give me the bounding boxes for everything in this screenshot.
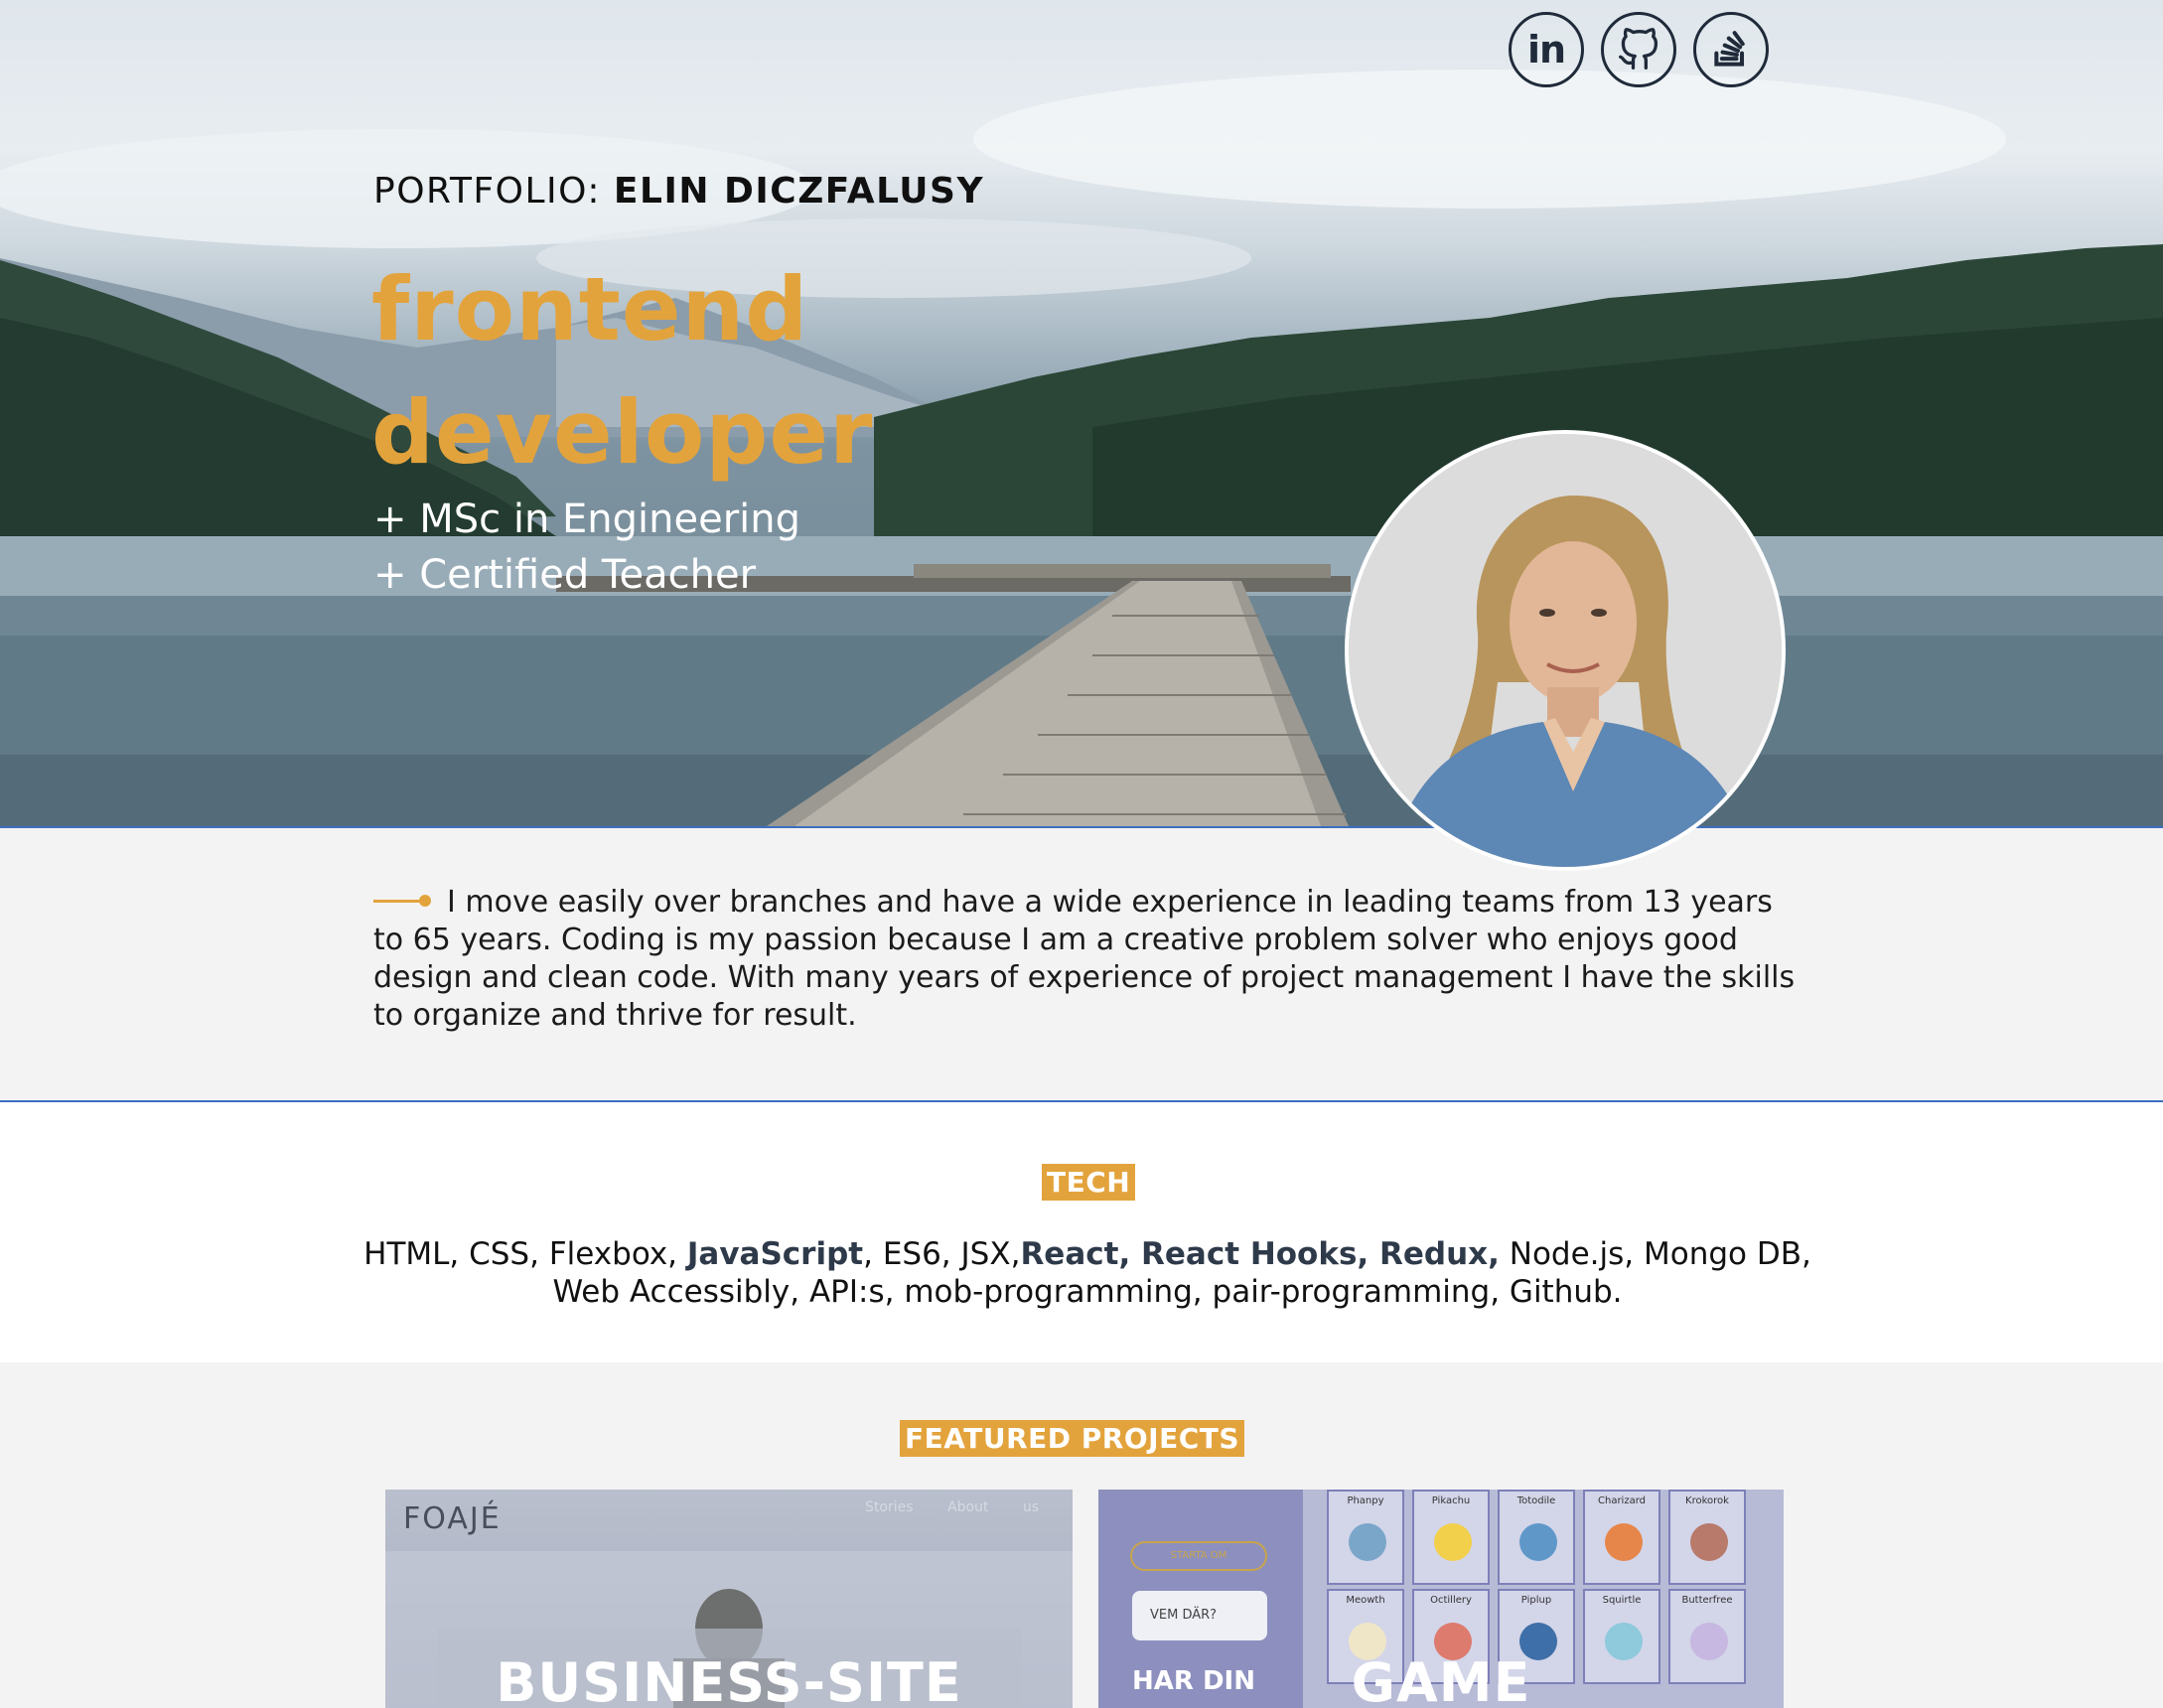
lake-background-image [0, 70, 2163, 826]
tech-heading: TECH [1042, 1164, 1136, 1201]
pokemon-name: Pikachu [1431, 1495, 1471, 1506]
pokemon-name: Octillery [1430, 1595, 1472, 1606]
projects-heading: FEATURED PROJECTS [900, 1420, 1245, 1457]
portfolio-name: ELIN DICZFALUSY [613, 171, 985, 212]
tech-highlight-react: React, React Hooks, Redux, [1020, 1236, 1500, 1272]
pokemon-name: Butterfree [1681, 1595, 1733, 1606]
about-text: I move easily over branches and have a w… [373, 885, 1796, 1033]
hero-section: in PORTFOLIO: ELIN DICZFALUSY frontend d… [0, 0, 2163, 828]
hero-sub-line2: + Certified Teacher [373, 552, 757, 598]
pokemon-name: Phanpy [1347, 1495, 1384, 1506]
project-label-business-site: BUSINESS-SITE [496, 1651, 962, 1708]
about-paragraph: I move easily over branches and have a w… [373, 884, 1803, 1035]
pokemon-name: Meowth [1346, 1595, 1385, 1606]
linkedin-icon: in [1526, 28, 1566, 71]
pokemon-image [1519, 1523, 1557, 1561]
pokemon-card: Pikachu [1412, 1490, 1490, 1585]
stackoverflow-link[interactable] [1693, 12, 1769, 87]
github-link[interactable] [1601, 12, 1676, 87]
hero-title-line1: frontend [371, 258, 809, 360]
about-section: I move easily over branches and have a w… [0, 828, 2163, 1102]
social-links: in [1509, 12, 1769, 87]
pokemon-image [1605, 1523, 1643, 1561]
project-label-game: GAME [1351, 1651, 1531, 1708]
tech-text-1: HTML, CSS, Flexbox, [363, 1236, 687, 1272]
pokemon-card: Totodile [1498, 1490, 1575, 1585]
game-speech-bubble: VEM DÄR? [1132, 1591, 1267, 1640]
pokemon-card: Krokorok [1668, 1490, 1746, 1585]
tech-highlight-javascript: JavaScript [686, 1236, 864, 1272]
tech-text-2: , ES6, JSX, [863, 1236, 1021, 1272]
game-start-button: STARTA OM [1130, 1541, 1267, 1571]
profile-photo-image [1349, 434, 1782, 867]
pokemon-image [1349, 1523, 1386, 1561]
hero-title-line2: developer [371, 381, 874, 484]
portfolio-heading: PORTFOLIO: ELIN DICZFALUSY [373, 171, 984, 212]
hero-title: frontend developer [371, 248, 873, 495]
project-card-business-site[interactable]: FOAJÉ Stories About us BUSINESS-SITE [385, 1490, 1073, 1708]
github-icon [1619, 28, 1658, 70]
tech-list: HTML, CSS, Flexbox, JavaScript, ES6, JSX… [348, 1235, 1827, 1311]
pokemon-card: Charizard [1583, 1490, 1660, 1585]
hero-subtitle: + MSc in Engineering + Certified Teacher [373, 492, 800, 603]
pokemon-card: Phanpy [1327, 1490, 1404, 1585]
pokemon-image [1434, 1523, 1472, 1561]
pokemon-name: Squirtle [1602, 1595, 1642, 1606]
pokemon-image [1690, 1523, 1728, 1561]
pokemon-name: Totodile [1516, 1495, 1556, 1506]
profile-photo [1345, 430, 1786, 871]
accent-dash-icon [373, 895, 431, 907]
project-card-game[interactable]: STARTA OM VEM DÄR? HAR DIN Phanpy Pikach… [1098, 1490, 1784, 1708]
tech-section: TECH HTML, CSS, Flexbox, JavaScript, ES6… [0, 1102, 2163, 1362]
pokemon-name: Piplup [1520, 1595, 1552, 1606]
projects-section: FEATURED PROJECTS FOAJÉ Stories About us… [0, 1362, 2163, 1708]
pokemon-name: Charizard [1598, 1495, 1646, 1506]
stackoverflow-icon [1714, 31, 1745, 67]
pokemon-name: Krokorok [1685, 1495, 1729, 1506]
hero-sub-line1: + MSc in Engineering [373, 497, 801, 542]
linkedin-link[interactable]: in [1509, 12, 1584, 87]
portfolio-prefix: PORTFOLIO: [373, 171, 614, 212]
